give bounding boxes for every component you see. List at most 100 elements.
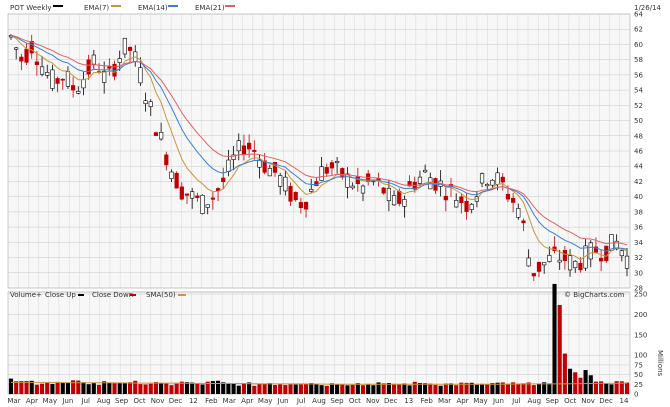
volume-bar: [55, 381, 60, 394]
candle-body: [500, 176, 505, 183]
volume-bar: [216, 380, 221, 394]
price-tick-label: 38: [634, 208, 643, 216]
candle-body: [81, 79, 86, 89]
volume-bar: [516, 383, 521, 394]
candle-body: [34, 61, 39, 65]
volume-bar: [45, 382, 50, 394]
candle-body: [479, 173, 485, 184]
volume-bar: [485, 384, 490, 394]
price-tick-label: 56: [634, 71, 643, 79]
candle-body: [423, 169, 428, 173]
candle-body: [397, 190, 402, 204]
volume-tick-label: 150: [634, 331, 647, 339]
candle-body: [226, 159, 231, 172]
volume-bar: [195, 383, 200, 394]
volume-bar: [283, 385, 288, 394]
volume-bar: [536, 384, 542, 394]
candle-body: [55, 78, 60, 84]
legend-sma50-swatch: [178, 294, 186, 296]
candle-body: [557, 259, 562, 263]
candle-body: [624, 255, 630, 269]
x-tick-label: Dec: [599, 397, 613, 405]
x-tick-label: Dec: [384, 397, 398, 405]
volume-bar: [578, 377, 583, 394]
volume-bar: [521, 383, 526, 394]
volume-bar: [226, 382, 231, 394]
volume-tick-label: 50: [634, 371, 643, 379]
candle-body: [174, 172, 179, 189]
candle-body: [252, 149, 257, 152]
candle-body: [490, 179, 495, 186]
volume-bar: [96, 384, 102, 394]
candle-body: [495, 172, 500, 185]
x-tick-label: Oct: [134, 397, 146, 405]
volume-bar: [241, 383, 246, 394]
volume-bar: [547, 383, 552, 394]
volume-bar: [588, 375, 593, 394]
volume-units-label: Millions: [656, 350, 664, 377]
volume-bar: [24, 380, 29, 394]
candle-body: [619, 250, 624, 257]
stock-chart: 28303234363840424446485052545658606264 0…: [0, 0, 670, 407]
candle-body: [329, 162, 335, 169]
x-tick-label: Sep: [546, 397, 560, 405]
candle-body: [60, 78, 65, 81]
candle-body: [24, 48, 29, 63]
volume-bar: [474, 384, 479, 394]
volume-bar: [86, 384, 91, 394]
price-tick-label: 52: [634, 102, 643, 110]
candle-body: [159, 132, 164, 140]
volume-bar: [221, 382, 226, 394]
volume-bar: [609, 384, 614, 394]
price-tick-label: 44: [634, 163, 643, 171]
candle-body: [335, 161, 340, 164]
volume-bar: [174, 383, 179, 394]
price-tick-label: 30: [634, 269, 643, 277]
candle-body: [164, 154, 169, 166]
candle-body: [454, 200, 459, 208]
legend-ema14: EMA(14): [138, 4, 168, 12]
candle-body: [599, 258, 604, 262]
x-tick-label: Sep: [115, 397, 129, 405]
volume-bar: [164, 383, 169, 394]
candle-body: [521, 220, 526, 224]
source-label: © BigCharts.com: [564, 291, 625, 299]
candle-body: [283, 176, 288, 192]
x-tick-label: Nov: [151, 397, 165, 405]
volume-bar: [350, 384, 355, 394]
volume-bar: [381, 383, 386, 394]
candle-body: [511, 197, 516, 203]
x-tick-label: Jul: [81, 397, 91, 405]
volume-bar: [247, 382, 252, 394]
volume-bar: [128, 382, 133, 394]
candle-body: [50, 69, 55, 89]
candle-body: [288, 186, 293, 202]
volume-bar: [14, 381, 19, 394]
volume-bar: [91, 382, 96, 394]
volume-bar: [562, 353, 567, 394]
x-tick-label: Jun: [61, 397, 73, 405]
candle-body: [381, 187, 386, 194]
x-tick-label: May: [43, 397, 57, 405]
candle-body: [267, 168, 272, 177]
volume-bar: [505, 383, 510, 394]
candle-body: [604, 245, 609, 262]
candle-body: [169, 171, 174, 179]
volume-bar: [531, 385, 536, 394]
volume-bar: [360, 385, 366, 394]
volume-bar: [159, 383, 164, 394]
candle-body: [319, 166, 324, 181]
candle-body: [127, 46, 133, 51]
volume-bar: [252, 385, 257, 394]
volume-bar: [117, 382, 122, 394]
candle-body: [350, 185, 355, 189]
volume-bar: [423, 383, 428, 394]
candle-body: [459, 196, 464, 203]
candle-body: [45, 72, 50, 76]
volume-bar: [298, 384, 303, 394]
volume-bar: [480, 383, 485, 394]
candle-body: [293, 192, 298, 201]
volume-bar: [267, 383, 272, 394]
x-tick-label: Aug: [97, 397, 111, 405]
date-label: 1/26/14: [634, 4, 662, 12]
